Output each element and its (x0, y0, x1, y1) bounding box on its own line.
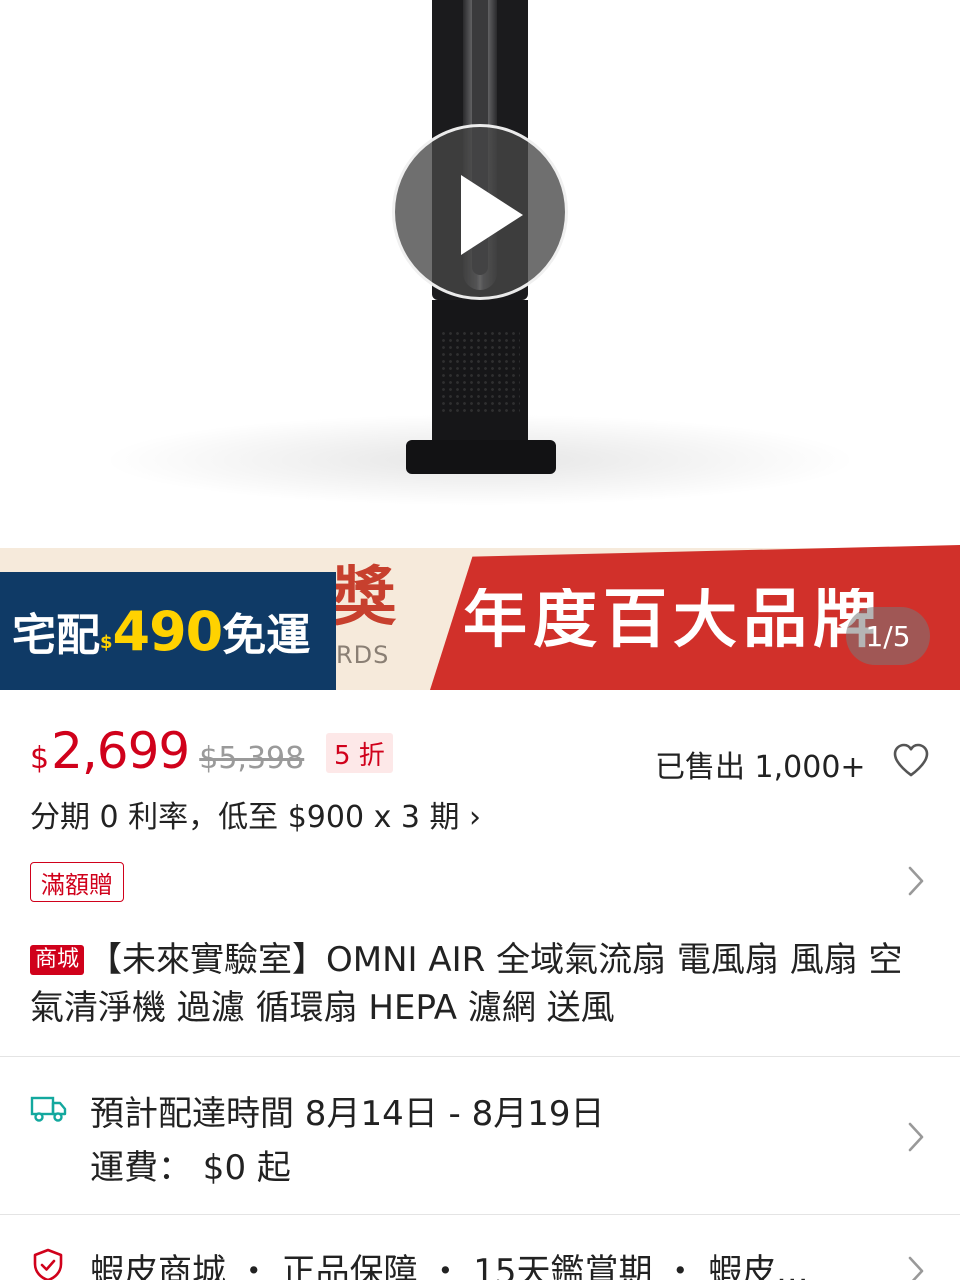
section-divider (0, 1214, 960, 1215)
original-price: $5,398 (199, 741, 305, 776)
free-shipping-badge: 宅配 $ 490 免運 (0, 572, 336, 690)
chevron-right-icon[interactable] (906, 1120, 926, 1154)
video-play-button[interactable] (392, 124, 568, 300)
product-title: 商城 【未來實驗室】OMNI AIR 全域氣流扇 電風扇 風扇 空氣清淨機 過濾 … (30, 936, 910, 1032)
image-page-counter: 1/5 (846, 607, 930, 665)
current-price: 2,699 (51, 722, 190, 780)
section-divider (0, 1056, 960, 1057)
award-character: 獎 (332, 560, 396, 635)
sold-count: 已售出 1,000+ (655, 750, 866, 785)
estimated-delivery-time[interactable]: 預計配達時間 8月14日 - 8月19日 (90, 1086, 604, 1135)
fan-foot-image (406, 440, 556, 474)
free-shipping-prefix: 宅配 (12, 610, 100, 661)
play-icon (461, 175, 523, 255)
price-currency: $ (30, 741, 50, 776)
favorite-heart-icon[interactable] (892, 742, 930, 778)
free-shipping-suffix: 免運 (222, 610, 311, 661)
fan-grille-image (440, 330, 520, 415)
free-shipping-amount: 490 (112, 599, 224, 663)
product-title-text: 【未來實驗室】OMNI AIR 全域氣流扇 電風扇 風扇 空氣清淨機 過濾 循環… (30, 940, 903, 1028)
mall-guarantee-info[interactable]: 蝦皮商城 ・ 正品保障 ・ 15天鑑賞期 ・ 蝦皮... (90, 1244, 890, 1280)
installment-plan-link[interactable]: 分期 0 利率，低至 $900 x 3 期 › (30, 792, 481, 836)
mall-badge: 商城 (30, 945, 85, 975)
delivery-truck-icon (30, 1096, 67, 1122)
chevron-right-icon[interactable] (906, 864, 926, 898)
shipping-fee[interactable]: 運費： $0 起 (90, 1140, 291, 1189)
price-row: $ 2,699 $5,398 (30, 722, 304, 780)
gift-promo-tag[interactable]: 滿額贈 (30, 862, 124, 902)
shield-check-icon (33, 1248, 63, 1280)
award-text: RDS (336, 641, 390, 669)
discount-badge: 5 折 (326, 733, 393, 773)
chevron-right-icon[interactable] (906, 1254, 926, 1280)
free-shipping-currency: $ (100, 631, 113, 653)
